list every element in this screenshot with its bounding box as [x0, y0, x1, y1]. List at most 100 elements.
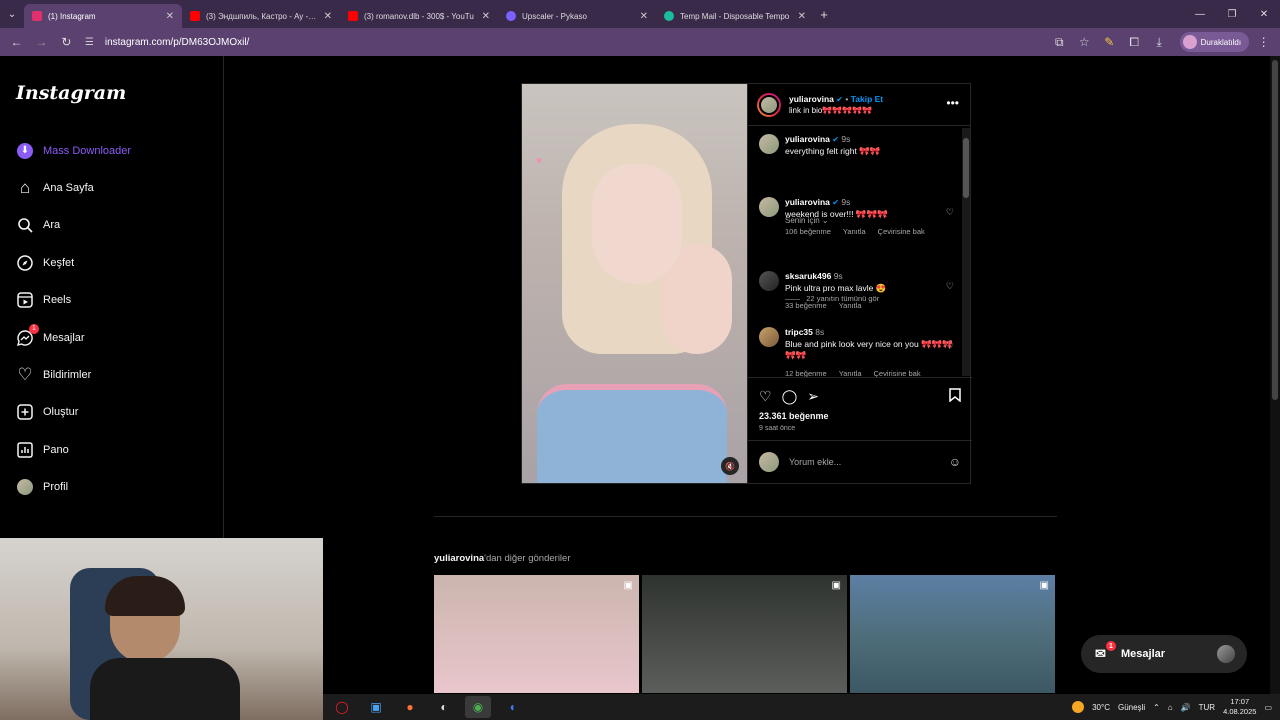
app-icon[interactable]: ◖: [499, 696, 525, 718]
scrollbar-thumb[interactable]: [963, 138, 969, 198]
firefox-icon[interactable]: ●: [397, 696, 423, 718]
forward-icon[interactable]: →: [31, 31, 52, 53]
comments-scrollbar[interactable]: [962, 128, 970, 376]
post-media-video[interactable]: ♥ 🔇: [522, 84, 747, 483]
tab-youtube-2[interactable]: (3) romanov.dlb - 300$ - YouTu ✕: [340, 4, 498, 28]
maximize-icon[interactable]: ❐: [1216, 9, 1248, 20]
sidebar-item-messages[interactable]: 1 Mesajlar: [16, 319, 131, 356]
language-indicator[interactable]: TUR: [1199, 703, 1215, 712]
opera-icon[interactable]: ◯: [329, 696, 355, 718]
sidebar-item-notifications[interactable]: ♡ Bildirimler: [16, 356, 131, 393]
comment-likes[interactable]: 106 beğenme: [785, 226, 831, 238]
comment-input[interactable]: Yorum ekle...: [789, 457, 949, 467]
weather-desc[interactable]: Güneşli: [1118, 703, 1145, 712]
post-username[interactable]: yuliarovina: [789, 94, 834, 104]
bookmark-star-icon[interactable]: ☆: [1074, 31, 1095, 53]
sidebar-item-label: Keşfet: [43, 256, 75, 269]
comment-icon[interactable]: ◯: [782, 388, 798, 405]
site-info-icon[interactable]: ☰: [85, 37, 99, 48]
obs-icon[interactable]: ◐: [431, 696, 457, 718]
comment-username[interactable]: yuliarovina: [785, 197, 830, 207]
like-comment-icon[interactable]: ♡: [946, 341, 954, 353]
close-window-icon[interactable]: ✕: [1248, 9, 1280, 20]
close-tab-icon[interactable]: ✕: [640, 11, 648, 22]
reload-icon[interactable]: ↻: [56, 31, 77, 53]
sidebar-item-explore[interactable]: Keşfet: [16, 244, 131, 281]
like-comment-icon[interactable]: ♡: [946, 281, 954, 293]
profile-chip[interactable]: Duraklatıldı: [1179, 32, 1250, 52]
notifications-icon[interactable]: ▭: [1264, 703, 1272, 712]
comment-likes[interactable]: 33 beğenme: [785, 300, 827, 312]
post-thumbnail[interactable]: ▣: [642, 575, 847, 693]
story-ring[interactable]: [757, 92, 781, 117]
post-header: yuliarovina ✔ • Takip Et link in bio🎀🎀🎀🎀…: [748, 84, 971, 126]
avatar[interactable]: [759, 197, 779, 217]
sidebar-item-dashboard[interactable]: Pano: [16, 431, 131, 468]
pen-extension-icon[interactable]: ✎: [1099, 31, 1120, 53]
tab-youtube-1[interactable]: (3) Эндшпиль, Кастро - Ay - Yo ✕: [182, 4, 340, 28]
tab-search-button[interactable]: ⌄: [0, 0, 24, 28]
comment-likes[interactable]: 12 beğenme: [785, 368, 827, 378]
comment-username[interactable]: yuliarovina: [785, 134, 830, 144]
avatar[interactable]: [759, 271, 779, 291]
chrome-icon[interactable]: ◉: [465, 696, 491, 718]
avatar[interactable]: [759, 134, 779, 154]
reply-button[interactable]: Yanıtla: [839, 300, 862, 312]
sidebar-item-home[interactable]: ⌂ Ana Sayfa: [16, 169, 131, 206]
new-tab-button[interactable]: +: [814, 7, 834, 22]
follow-button[interactable]: Takip Et: [851, 94, 883, 104]
tab-tempmail[interactable]: Temp Mail - Disposable Tempo ✕: [656, 4, 814, 28]
close-tab-icon[interactable]: ✕: [324, 11, 332, 22]
reply-button[interactable]: Yanıtla: [843, 226, 866, 238]
address-bar[interactable]: ☰ instagram.com/p/DM63OJMOxil/: [85, 31, 1045, 53]
avatar[interactable]: [759, 327, 779, 347]
install-app-icon[interactable]: ⧉: [1049, 31, 1070, 53]
emoji-icon[interactable]: ☺: [949, 455, 961, 469]
tray-chevron-icon[interactable]: ⌃: [1153, 703, 1160, 712]
post-thumbnail[interactable]: ▣: [850, 575, 1055, 693]
translate-button[interactable]: Çevirisine bak: [878, 226, 925, 238]
sidebar-item-reels[interactable]: Reels: [16, 282, 131, 319]
more-posts-title: yuliarovina'dan diğer gönderiler: [434, 553, 571, 564]
like-comment-icon[interactable]: ♡: [946, 207, 954, 219]
page-scrollbar[interactable]: [1270, 56, 1280, 696]
mute-icon[interactable]: 🔇: [721, 457, 739, 475]
caption: yuliarovina ✔ 9s everything felt right 🎀…: [759, 134, 954, 157]
comment-username[interactable]: tripc35: [785, 327, 813, 337]
close-tab-icon[interactable]: ✕: [482, 11, 490, 22]
post-thumbnail[interactable]: ▣: [434, 575, 639, 693]
save-icon[interactable]: [949, 388, 961, 405]
minimize-icon[interactable]: —: [1184, 9, 1216, 20]
volume-icon[interactable]: 🔊: [1181, 703, 1191, 712]
browser-menu-icon[interactable]: ⋮: [1253, 31, 1274, 53]
reply-button[interactable]: Yanıtla: [839, 368, 862, 378]
network-icon[interactable]: ⌂: [1168, 703, 1173, 712]
downloads-icon[interactable]: ⤓: [1149, 31, 1170, 53]
weather-icon[interactable]: [1072, 701, 1085, 713]
instagram-logo[interactable]: Instagram: [16, 82, 126, 104]
extensions-icon[interactable]: ⧠: [1124, 31, 1145, 53]
weather-temp[interactable]: 30°C: [1092, 703, 1110, 712]
scrollbar-thumb[interactable]: [1272, 60, 1278, 400]
post-time: 9 saat önce: [759, 425, 796, 432]
translate-button[interactable]: Çevirisine bak: [874, 368, 921, 378]
comment-username[interactable]: sksaruk496: [785, 271, 831, 281]
tab-pykaso[interactable]: Upscaler - Pykaso ✕: [498, 4, 656, 28]
like-icon[interactable]: ♡: [759, 388, 772, 405]
share-icon[interactable]: ➢: [807, 388, 819, 405]
more-options-icon[interactable]: •••: [946, 96, 959, 110]
sidebar-item-create[interactable]: Oluştur: [16, 394, 131, 431]
sidebar-item-profile[interactable]: Profil: [16, 469, 131, 506]
clock[interactable]: 17:07 4.08.2025: [1223, 697, 1256, 717]
close-tab-icon[interactable]: ✕: [166, 11, 174, 22]
post-bio: link in bio🎀🎀🎀🎀🎀: [789, 105, 873, 115]
like-count[interactable]: 23.361 beğenme: [759, 411, 829, 421]
explorer-icon[interactable]: ▣: [363, 696, 389, 718]
close-tab-icon[interactable]: ✕: [798, 11, 806, 22]
messages-floating-button[interactable]: ✉ 1 Mesajlar: [1081, 635, 1247, 673]
sidebar-item-mass-downloader[interactable]: ⬇ Mass Downloader: [16, 132, 131, 169]
sidebar-item-search[interactable]: Ara: [16, 207, 131, 244]
tab-instagram[interactable]: (1) Instagram ✕: [24, 4, 182, 28]
back-icon[interactable]: ←: [6, 31, 27, 53]
more-posts-username[interactable]: yuliarovina: [434, 553, 484, 564]
